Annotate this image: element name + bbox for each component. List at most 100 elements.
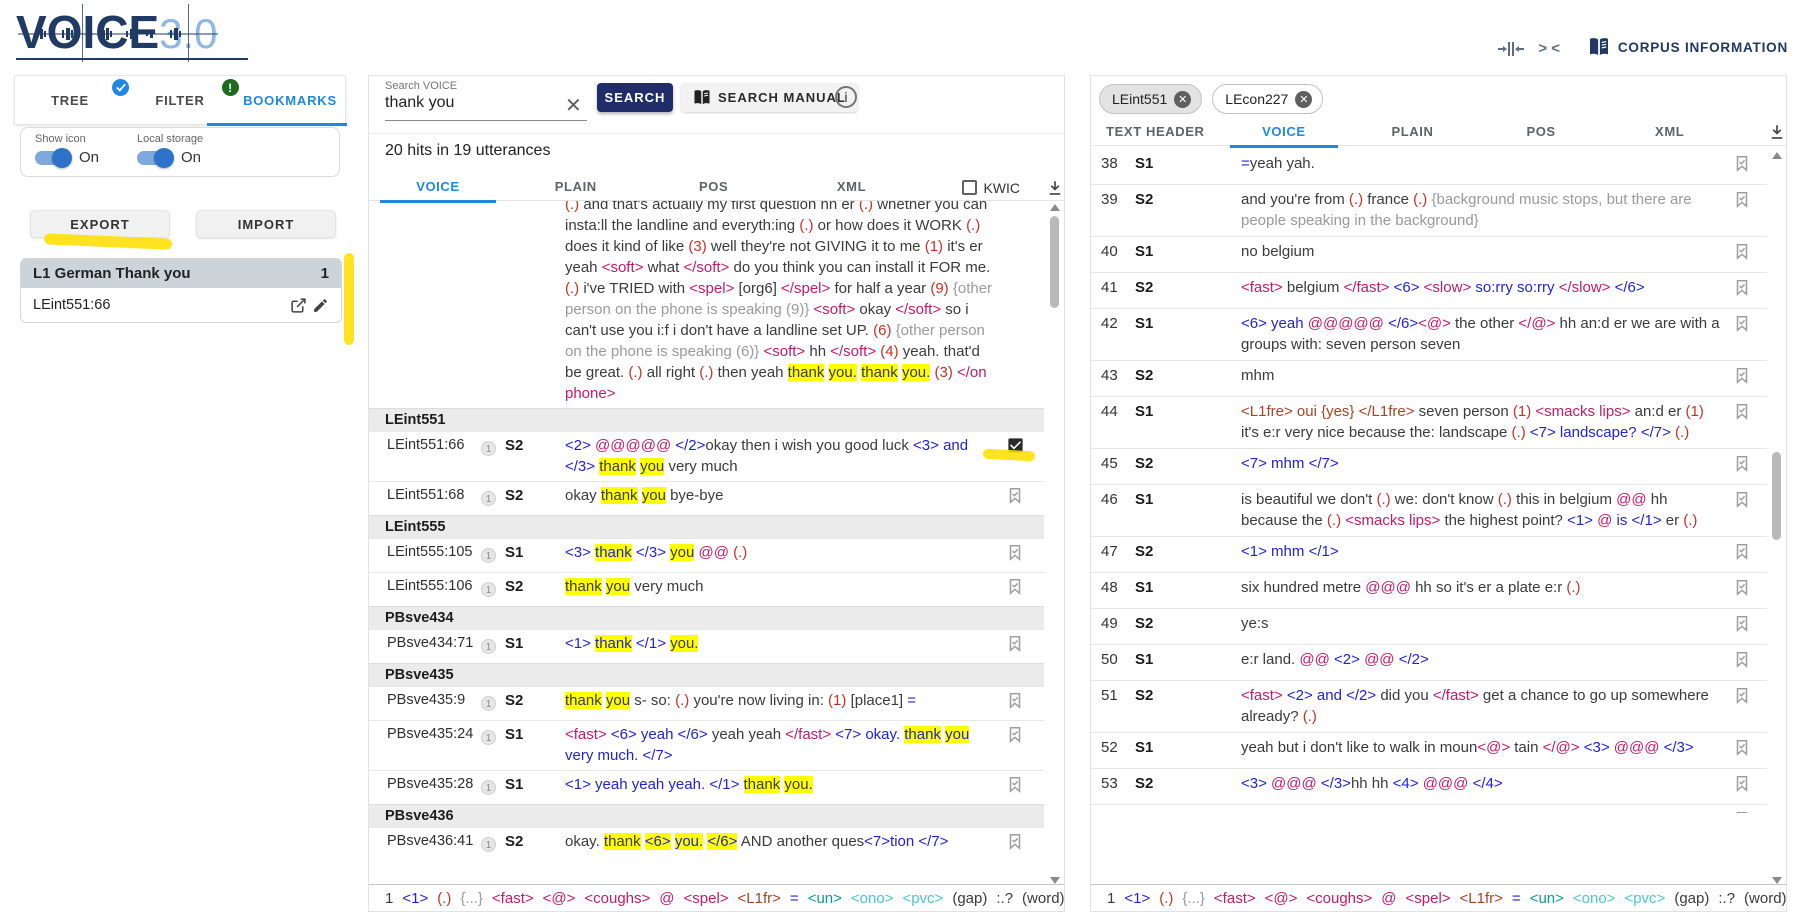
tab-plain[interactable]: PLAIN <box>1348 118 1477 147</box>
search-manual-button[interactable]: SEARCH MANUAL <box>681 83 858 112</box>
bookmark-row-icon[interactable] <box>1733 577 1767 603</box>
local-storage-toggle[interactable] <box>137 151 171 165</box>
search-button[interactable]: SEARCH <box>597 83 673 112</box>
tab-pos[interactable]: POS <box>645 173 783 202</box>
bookmark-row-icon[interactable] <box>1733 313 1767 355</box>
utterance-token: (4) <box>880 343 898 360</box>
tab-text-header[interactable]: TEXT HEADER <box>1091 118 1220 147</box>
scrollbar-thumb[interactable] <box>1772 452 1781 540</box>
transcript-row: 50S1e:r land. @@ <2> @@ </2> <box>1091 644 1767 680</box>
bookmark-row-icon[interactable] <box>1733 773 1767 799</box>
bookmark-row-icon[interactable] <box>1006 633 1044 659</box>
utterance-token: {...} <box>460 890 483 907</box>
bookmark-row-icon[interactable] <box>1733 277 1767 303</box>
chip-leint551[interactable]: LEint551 ✕ <box>1099 84 1202 114</box>
tab-xml[interactable]: XML <box>783 173 921 202</box>
scrollbar-thumb[interactable] <box>1050 216 1059 308</box>
bookmark-row-icon[interactable] <box>1733 241 1767 267</box>
bookmark-row-icon[interactable] <box>1006 831 1044 857</box>
utterance-token: e:r land. <box>1241 651 1295 668</box>
speaker-label: S1 <box>1135 809 1185 813</box>
result-section-header: PBsve435 <box>369 663 1044 686</box>
result-row[interactable]: LEint551:681S2okay thank you bye-bye <box>369 481 1044 515</box>
speaker-label: S2 <box>1135 685 1185 727</box>
bookmark-row-icon[interactable] <box>1733 737 1767 763</box>
voice-mark-up-legend: 1 <1> (.) {...} <fast> <@> <coughs> @ <s… <box>369 884 1064 911</box>
tab-voice[interactable]: VOICE <box>369 173 507 202</box>
utterance-token: thank <box>904 726 941 743</box>
bookmark-row-icon[interactable] <box>1006 542 1044 568</box>
result-row[interactable]: PBsve435:281S1<1> yeah yeah yeah. </1> t… <box>369 770 1044 804</box>
bookmark-row-icon[interactable] <box>1733 365 1767 391</box>
bookmark-row-icon[interactable] <box>1733 401 1767 443</box>
show-icon-toggle[interactable] <box>35 151 69 165</box>
result-row[interactable]: LEint555:1051S1<3> thank </3> you @@ (.) <box>369 538 1044 572</box>
bookmark-row-icon[interactable] <box>1733 489 1767 531</box>
clear-search-icon[interactable]: ✕ <box>565 93 582 118</box>
download-icon[interactable] <box>1046 179 1064 197</box>
import-button[interactable]: IMPORT <box>196 210 336 238</box>
open-in-new-icon[interactable] <box>287 295 309 315</box>
scrollbar-down-icon[interactable] <box>1772 877 1782 884</box>
tab-xml[interactable]: XML <box>1605 118 1734 147</box>
bookmark-row-icon[interactable] <box>1733 153 1767 179</box>
utterance-token: hh hh <box>1351 775 1389 792</box>
utterance-token: <fast> <box>1241 279 1283 296</box>
speaker-label: S1 <box>1135 313 1185 355</box>
download-icon[interactable] <box>1768 123 1786 141</box>
bookmark-row-icon[interactable] <box>1006 690 1044 716</box>
chip-close-icon[interactable]: ✕ <box>1174 91 1191 108</box>
search-input[interactable] <box>385 94 557 112</box>
tab-filter[interactable]: FILTER ! <box>125 76 235 124</box>
scrollbar-down-icon[interactable] <box>1050 877 1060 884</box>
book-icon <box>1588 38 1610 56</box>
tab-tree[interactable]: TREE <box>15 76 125 124</box>
tab-pos[interactable]: POS <box>1477 118 1606 147</box>
bookmark-row-icon[interactable] <box>1733 809 1767 813</box>
bookmark-row-icon[interactable] <box>1733 453 1767 479</box>
speaker-label: S1 <box>1135 737 1185 763</box>
corpus-information-button[interactable]: CORPUS INFORMATION <box>1588 38 1788 56</box>
utterance-text: <1> yeah yeah yeah. </1> thank you. <box>543 774 1006 800</box>
chip-close-icon[interactable]: ✕ <box>1295 91 1312 108</box>
bookmark-group-header[interactable]: L1 German Thank you 1 <box>21 259 341 288</box>
result-row[interactable]: PBsve436:411S2okay. thank <6> you. </6> … <box>369 827 1044 861</box>
utterance-token: <1> <box>565 776 591 793</box>
tab-plain[interactable]: PLAIN <box>507 173 645 202</box>
utterance-token: i've TRIED with <box>583 280 685 297</box>
hit-count-badge: 1 <box>481 633 505 659</box>
chip-lecon227[interactable]: LEcon227 ✕ <box>1212 84 1323 114</box>
bookmark-item[interactable]: LEint551:66 <box>21 288 341 322</box>
result-row[interactable]: PBsve435:91S2thank you s- so: (.) you're… <box>369 686 1044 720</box>
bookmark-row-icon[interactable] <box>1006 774 1044 800</box>
utterance-text: (.) and that's actually my first questio… <box>543 201 1006 404</box>
result-row[interactable]: LEint555:1061S2thank you very much <box>369 572 1044 606</box>
utterance-token: okay <box>565 487 597 504</box>
bookmark-row-icon[interactable] <box>1733 649 1767 675</box>
edit-pencil-icon[interactable] <box>309 295 331 315</box>
result-row[interactable]: PBsve435:241S1<fast> <6> yeah </6> yeah … <box>369 720 1044 770</box>
utterance-token: <3> <box>913 437 939 454</box>
scrollbar-up-icon[interactable] <box>1050 204 1060 211</box>
bookmark-row-icon[interactable] <box>1733 685 1767 727</box>
bookmark-row-icon[interactable] <box>1733 541 1767 567</box>
transcript-row: 46S1is beautiful we don't (.) we: don't … <box>1091 484 1767 536</box>
kwic-checkbox[interactable]: KWIC <box>962 180 1020 196</box>
utterance-token: tain <box>1514 739 1538 756</box>
bookmark-row-icon[interactable] <box>1733 613 1767 639</box>
bookmark-row-icon[interactable] <box>1733 189 1767 231</box>
scrollbar-up-icon[interactable] <box>1772 152 1782 159</box>
utterance-token: (1) <box>925 238 943 255</box>
speaker-label: S1 <box>505 724 543 766</box>
tab-voice[interactable]: VOICE <box>1220 118 1349 147</box>
align-center-icon[interactable] <box>1498 41 1524 57</box>
collapse-panels-icon[interactable]: > < <box>1538 40 1560 57</box>
result-row[interactable]: PBsve434:711S1<1> thank </1> you. <box>369 629 1044 663</box>
bookmark-row-icon[interactable] <box>1006 485 1044 511</box>
result-row[interactable]: LEint551:661S2<2> @@@@@ </2>okay then i … <box>369 431 1044 481</box>
tab-bookmarks[interactable]: BOOKMARKS <box>235 76 345 124</box>
result-row-continued[interactable]: (.) and that's actually my first questio… <box>369 201 1044 408</box>
info-icon[interactable]: i <box>835 86 857 108</box>
bookmark-row-icon[interactable] <box>1006 576 1044 602</box>
bookmark-row-icon[interactable] <box>1006 724 1044 766</box>
